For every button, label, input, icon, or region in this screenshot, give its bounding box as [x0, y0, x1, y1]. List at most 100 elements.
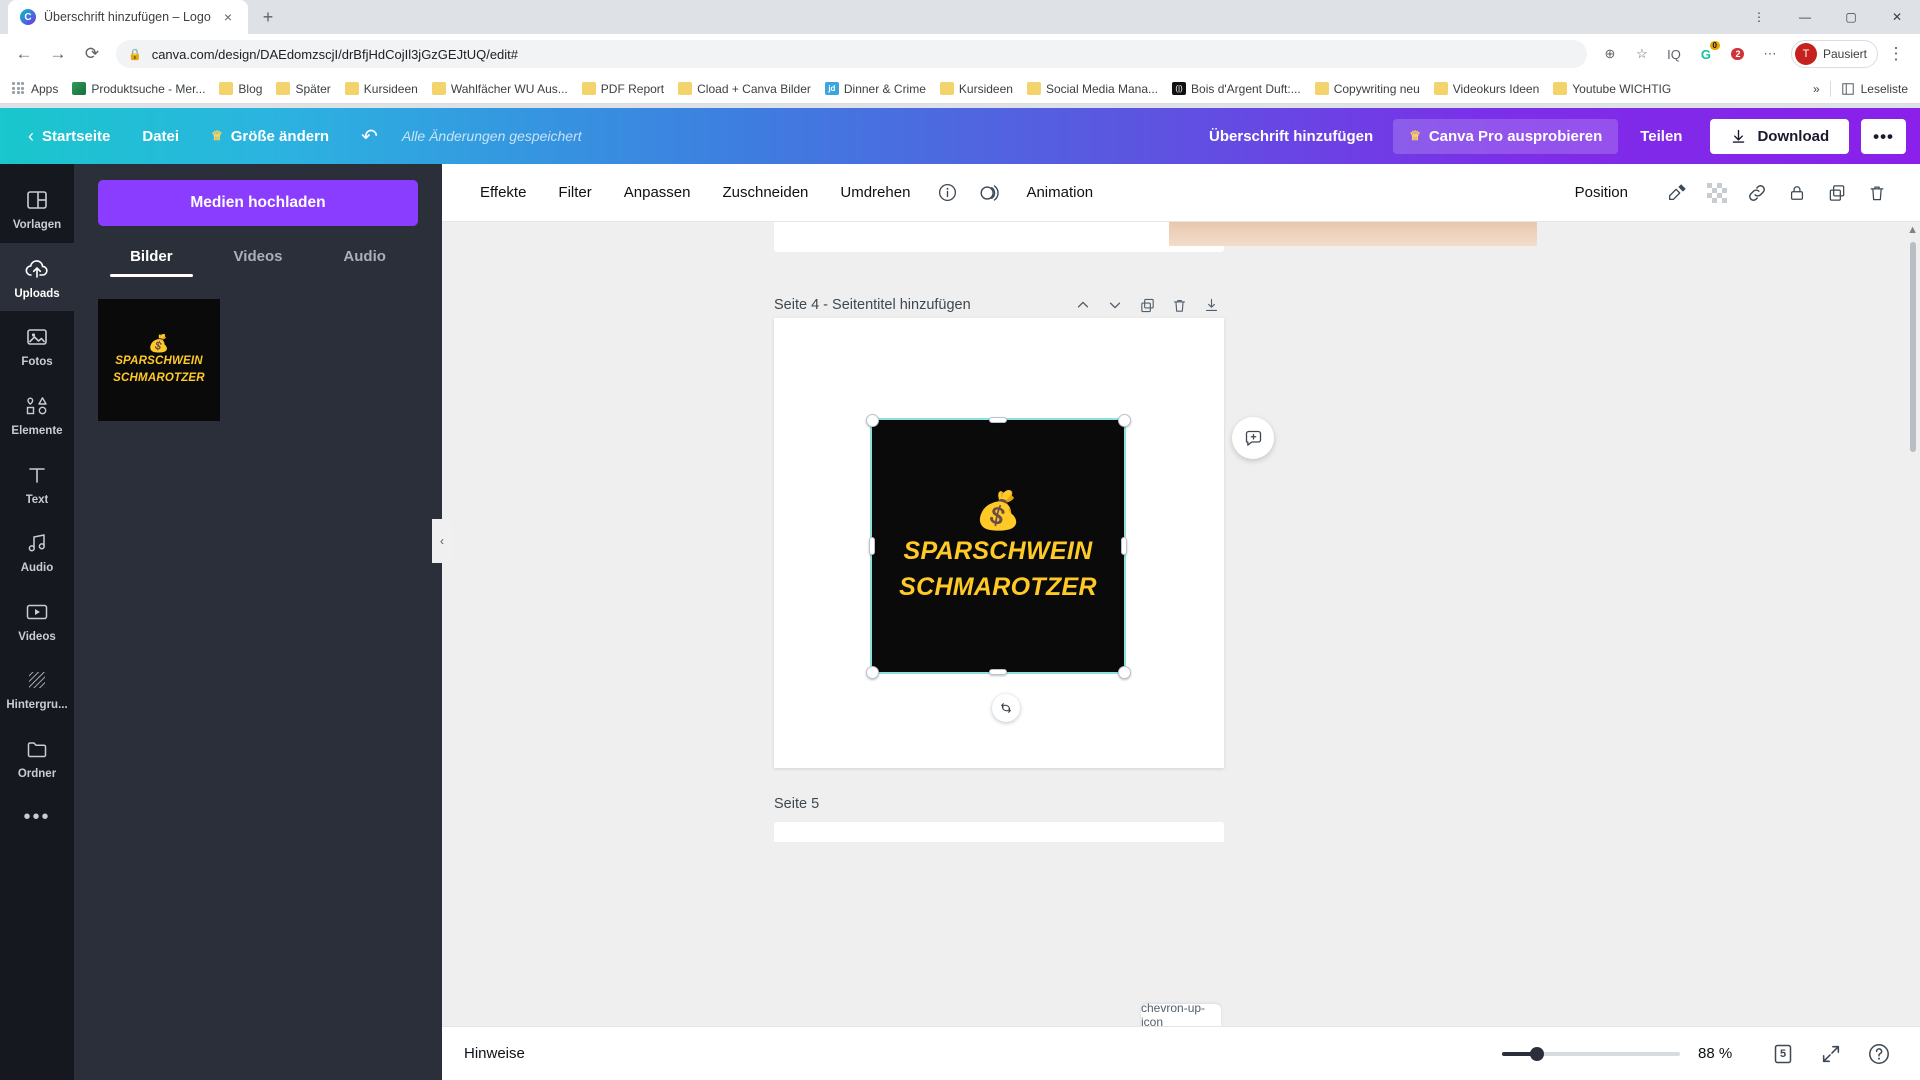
selected-image-element[interactable]: 💰 SPARSCHWEIN SCHMAROTZER — [870, 418, 1126, 674]
resize-handle-top-left[interactable] — [866, 414, 879, 427]
delete-icon[interactable] — [1858, 174, 1896, 212]
lock-icon[interactable] — [1778, 174, 1816, 212]
page-title-label[interactable]: Seite 4 - Seitentitel hinzufügen — [774, 297, 971, 313]
upload-media-button[interactable]: Medien hochladen — [98, 180, 418, 226]
flip-button[interactable]: Umdrehen — [826, 176, 924, 209]
bookmark-item[interactable]: jd Dinner & Crime — [819, 79, 932, 99]
bookmark-item[interactable]: Videokurs Ideen — [1428, 79, 1546, 99]
resize-handle-top-right[interactable] — [1118, 414, 1131, 427]
link-icon[interactable] — [1738, 174, 1776, 212]
sidebar-more-button[interactable]: ••• — [23, 806, 50, 829]
bookmark-item[interactable]: Blog — [213, 79, 268, 99]
maximize-button[interactable]: ▢ — [1828, 0, 1874, 34]
resize-handle-left-center[interactable] — [869, 537, 875, 555]
rotate-icon[interactable] — [992, 694, 1020, 722]
bookmark-item[interactable]: Cload + Canva Bilder — [672, 79, 817, 99]
minimize-button[interactable]: — — [1782, 0, 1828, 34]
browser-tab[interactable]: C Überschrift hinzufügen – Logo × — [8, 0, 248, 34]
resize-handle-top-center[interactable] — [989, 417, 1007, 423]
iq-extension-icon[interactable]: IQ — [1659, 39, 1689, 69]
sidebar-item-videos[interactable]: Videos — [0, 586, 74, 655]
next-page-partial[interactable] — [774, 822, 1224, 842]
animation-icon[interactable] — [970, 174, 1008, 212]
address-bar[interactable]: 🔒 canva.com/design/DAEdomzscjI/drBfjHdCo… — [116, 40, 1587, 68]
tab-audio[interactable]: Audio — [311, 248, 418, 277]
expand-icon[interactable] — [1812, 1035, 1850, 1073]
tab-bilder[interactable]: Bilder — [98, 248, 205, 277]
sidebar-item-uploads[interactable]: Uploads — [0, 242, 74, 312]
sidebar-item-ordner[interactable]: Ordner — [0, 723, 74, 792]
share-button[interactable]: Teilen — [1622, 119, 1700, 154]
sidebar-item-vorlagen[interactable]: Vorlagen — [0, 174, 74, 243]
bookmark-apps[interactable]: Apps — [6, 79, 64, 99]
document-title-button[interactable]: Überschrift hinzufügen — [1193, 120, 1389, 153]
reading-list-button[interactable]: Leseliste — [1841, 82, 1908, 96]
more-options-button[interactable]: ••• — [1861, 118, 1906, 154]
undo-button[interactable]: ↶ — [347, 116, 392, 157]
badge-extension-icon[interactable]: 2 — [1723, 39, 1753, 69]
grammarly-extension-icon[interactable]: G 0 — [1691, 39, 1721, 69]
scroll-up-icon[interactable]: ▲ — [1907, 224, 1918, 236]
chrome-kebab-icon[interactable]: ⋮ — [1880, 38, 1912, 70]
sidebar-item-hintergrund[interactable]: Hintergru... — [0, 654, 74, 723]
canvas-scroll-area[interactable]: Seite 4 - Seitentitel hinzufügen 💰 SPARS… — [442, 222, 1920, 1026]
resize-handle-right-center[interactable] — [1121, 537, 1127, 555]
zoom-slider-knob[interactable] — [1530, 1046, 1544, 1061]
page-count-button[interactable]: 5 — [1764, 1035, 1802, 1073]
bookmark-item[interactable]: Wahlfächer WU Aus... — [426, 79, 574, 99]
delete-page-icon[interactable] — [1166, 292, 1192, 318]
home-button[interactable]: ‹ Startseite — [14, 118, 124, 155]
next-page-label[interactable]: Seite 5 — [774, 796, 819, 812]
zoom-slider[interactable] — [1502, 1046, 1680, 1061]
bookmark-item[interactable]: Youtube WICHTIG — [1547, 79, 1677, 99]
back-icon[interactable]: ← — [8, 38, 40, 70]
bookmark-item[interactable]: Copywriting neu — [1309, 79, 1426, 99]
bookmark-item[interactable]: PDF Report — [576, 79, 670, 99]
close-window-button[interactable]: ✕ — [1874, 0, 1920, 34]
resize-handle-bottom-left[interactable] — [866, 666, 879, 679]
info-icon[interactable] — [928, 174, 966, 212]
upload-thumbnail[interactable]: 💰 SPARSCHWEIN SCHMAROTZER — [98, 299, 220, 421]
canva-pro-button[interactable]: ♕ Canva Pro ausprobieren — [1393, 118, 1619, 154]
position-button[interactable]: Position — [1561, 176, 1642, 209]
profile-chip[interactable]: T Pausiert — [1790, 40, 1878, 68]
resize-button[interactable]: ♕ Größe ändern — [197, 120, 343, 153]
sidebar-item-fotos[interactable]: Fotos — [0, 311, 74, 380]
chrome-menu-icon[interactable]: ⋮ — [1736, 0, 1782, 34]
duplicate-icon[interactable] — [1818, 174, 1856, 212]
download-button[interactable]: Download — [1710, 118, 1850, 154]
sidebar-item-elemente[interactable]: Elemente — [0, 380, 74, 449]
bookmark-item[interactable]: Kursideen — [339, 79, 424, 99]
bookmark-item[interactable]: Kursideen — [934, 79, 1019, 99]
star-icon[interactable]: ☆ — [1627, 39, 1657, 69]
new-tab-button[interactable]: + — [254, 3, 282, 31]
reload-icon[interactable]: ⟳ — [76, 38, 108, 70]
notes-collapse-button[interactable]: chevron-up-icon — [1141, 1001, 1221, 1026]
animation-button[interactable]: Animation — [1012, 176, 1107, 209]
bookmark-item[interactable]: Produktsuche - Mer... — [66, 79, 211, 99]
filter-button[interactable]: Filter — [544, 176, 605, 209]
notes-button[interactable]: Hinweise — [464, 1045, 525, 1062]
move-down-icon[interactable] — [1102, 292, 1128, 318]
add-page-icon[interactable] — [1198, 292, 1224, 318]
tab-videos[interactable]: Videos — [205, 248, 312, 277]
close-icon[interactable]: × — [220, 9, 236, 25]
adjust-button[interactable]: Anpassen — [610, 176, 705, 209]
effects-button[interactable]: Effekte — [466, 176, 540, 209]
copy-style-icon[interactable] — [1658, 174, 1696, 212]
transparency-icon[interactable] — [1698, 174, 1736, 212]
file-menu-button[interactable]: Datei — [128, 120, 193, 153]
help-icon[interactable] — [1860, 1035, 1898, 1073]
extensions-puzzle-icon[interactable]: ⋯ — [1755, 39, 1785, 69]
forward-icon[interactable]: → — [42, 38, 74, 70]
move-up-icon[interactable] — [1070, 292, 1096, 318]
sidebar-item-audio[interactable]: Audio — [0, 517, 74, 586]
zoom-icon[interactable]: ⊕ — [1595, 39, 1625, 69]
add-comment-icon[interactable] — [1232, 417, 1274, 459]
bookmark-item[interactable]: Später — [270, 79, 336, 99]
canvas-scrollbar[interactable] — [1910, 242, 1916, 452]
bookmark-item[interactable]: Social Media Mana... — [1021, 79, 1164, 99]
crop-button[interactable]: Zuschneiden — [708, 176, 822, 209]
sidebar-item-text[interactable]: Text — [0, 449, 74, 518]
resize-handle-bottom-right[interactable] — [1118, 666, 1131, 679]
